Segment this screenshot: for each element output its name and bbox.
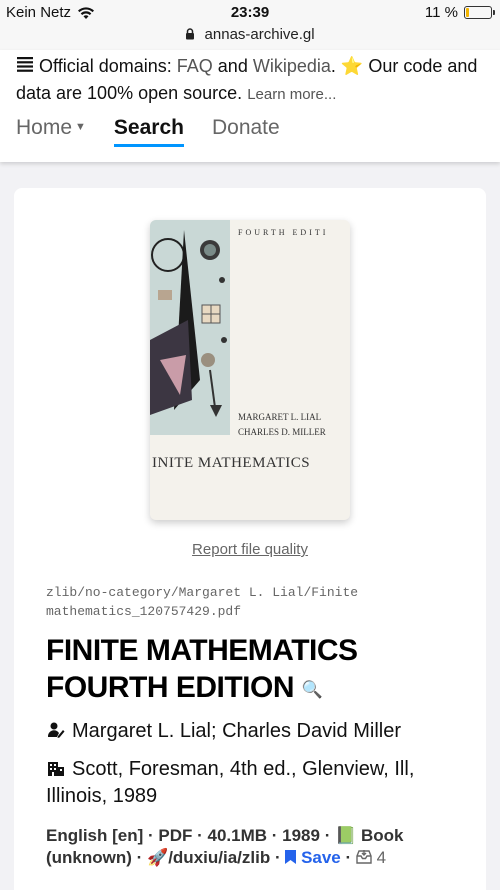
learn-more-link[interactable]: Learn more... <box>247 86 336 103</box>
report-file-quality-link[interactable]: Report file quality <box>14 541 486 558</box>
main-nav: Home ▼ Search Donate <box>16 116 280 147</box>
book-card: FOURTH EDITI MARGARET L. LIAL CHARLES D.… <box>14 188 486 890</box>
building-icon <box>48 762 64 776</box>
nav-donate[interactable]: Donate <box>212 116 280 147</box>
book-publisher[interactable]: Scott, Foresman, 4th ed., Glenview, Ill,… <box>46 756 466 810</box>
nav-search[interactable]: Search <box>113 116 184 147</box>
lists-count: 4 <box>356 848 386 867</box>
battery-level <box>466 8 469 17</box>
banner-prefix: Official domains: <box>39 56 172 76</box>
site-header: Official domains: FAQ and Wikipedia. ⭐ O… <box>0 50 500 162</box>
year: 1989 <box>282 826 320 845</box>
file-path: zlib/no-category/Margaret L. Lial/Finite… <box>46 585 359 619</box>
battery-percent: 11 % <box>424 4 458 21</box>
wikipedia-link[interactable]: Wikipedia <box>253 56 331 76</box>
cover-title: INITE MATHEMATICS <box>152 455 311 471</box>
source-collections: /duxiu/ia/zlib <box>168 848 271 867</box>
author-icon <box>47 722 65 738</box>
file-size: 40.1MB <box>207 826 268 845</box>
star-icon: ⭐ <box>340 56 364 76</box>
rocket-emoji-icon: 🚀 <box>147 848 169 867</box>
book-cover[interactable]: FOURTH EDITI MARGARET L. LIAL CHARLES D.… <box>150 220 350 520</box>
file-details: English [en] · PDF · 40.1MB · 1989 · 📗 B… <box>46 826 404 867</box>
url-text: annas-archive.gl <box>204 26 315 43</box>
faq-link[interactable]: FAQ <box>177 56 213 76</box>
cover-edition: FOURTH EDITI <box>238 228 329 237</box>
nav-home[interactable]: Home ▼ <box>16 116 86 147</box>
lock-icon <box>186 28 195 40</box>
book-emoji-icon: 📗 <box>335 826 357 845</box>
cover-artwork <box>150 220 230 435</box>
list-icon <box>17 57 33 72</box>
language: English [en] <box>46 826 144 845</box>
banner-and: and <box>217 56 248 76</box>
status-bar: Kein Netz 23:39 11 % <box>0 0 500 26</box>
format: PDF <box>158 826 193 845</box>
cover-authors: MARGARET L. LIAL CHARLES D. MILLER <box>238 412 326 437</box>
inbox-icon <box>356 850 372 864</box>
address-bar[interactable]: annas-archive.gl <box>0 26 500 50</box>
save-button[interactable]: Save <box>285 848 341 867</box>
book-title: FINITE MATHEMATICS FOURTH EDITION 🔍 <box>46 634 358 704</box>
book-authors[interactable]: Margaret L. Lial; Charles David Miller <box>46 718 466 745</box>
bookmark-icon <box>285 850 297 864</box>
search-icon[interactable]: 🔍 <box>302 680 323 699</box>
chevron-down-icon: ▼ <box>75 121 86 133</box>
battery-icon <box>464 6 495 19</box>
domains-banner: Official domains: FAQ and Wikipedia. ⭐ O… <box>16 56 478 103</box>
